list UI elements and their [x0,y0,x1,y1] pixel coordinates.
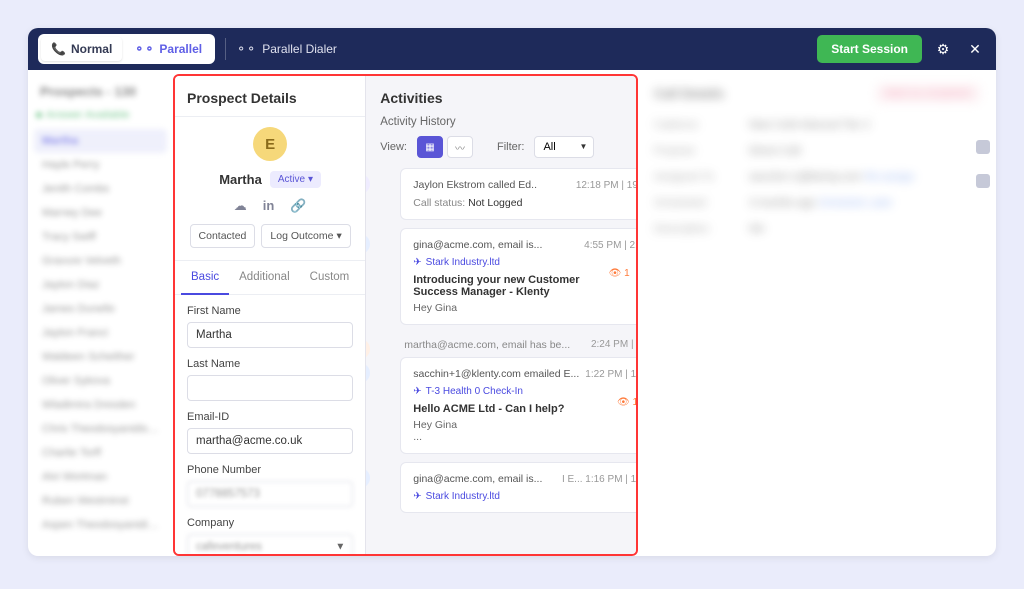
email-input[interactable] [187,428,353,454]
first-name-label: First Name [187,305,353,317]
detail-row: CadenceNew Cold Inbound Tier 2 [654,119,980,131]
filter-label: Filter: [497,141,525,153]
link-icon[interactable]: 🔗 [290,198,306,214]
phone-input[interactable] [187,481,353,507]
filter-dropdown[interactable]: All [534,136,594,158]
activity-card[interactable]: gina@acme.com, email is...I E... 1:16 PM… [400,462,638,513]
gear-icon[interactable]: ⚙ [932,41,954,58]
sidebar-item[interactable]: Alvi Wortman [34,465,167,489]
label: Parallel [159,42,202,56]
availability-status: Answer Available [34,109,167,121]
email-icon: ✉ [366,363,370,383]
cloud-icon[interactable]: ☁ [234,198,247,214]
company-select[interactable] [187,534,353,554]
linkedin-icon[interactable]: in [263,198,275,214]
email-label: Email-ID [187,411,353,423]
mark-completed-link[interactable]: Mark as completed [876,84,980,103]
sidebar-item[interactable]: Charlie Torff [34,441,167,465]
mode-toggle: 📞 Normal ⚬⚬ Parallel [38,34,215,64]
first-name-input[interactable] [187,322,353,348]
detail-row: Assigned Tosacchin+1@klenty.com Re-assig… [654,171,980,183]
company-label: Company [187,517,353,529]
detail-tabs: Basic Additional Custom [175,261,365,295]
prospect-details-panel: Prospect Details E Martha Active ▾ ☁ in … [175,76,366,554]
phone-label: Phone Number [187,464,353,476]
detail-row: DescriptionNA [654,223,980,235]
parallel-icon: ⚬⚬ [134,42,154,56]
sidebar-item[interactable]: Gravure Velveth [34,249,167,273]
sidebar-item[interactable]: Tracy Swiff [34,225,167,249]
last-name-input[interactable] [187,375,353,401]
sidebar-item[interactable]: Jayton Diaz [34,273,167,297]
contacted-button[interactable]: Contacted [190,224,256,248]
prospect-name: Martha [219,172,262,187]
sidebar-item[interactable]: Jayton Franci [34,321,167,345]
last-name-label: Last Name [187,358,353,370]
log-outcome-button[interactable]: Log Outcome ▾ [261,224,350,248]
label: Active [278,174,305,185]
email-icon: ✉ [366,234,370,254]
tab-additional[interactable]: Additional [229,261,300,294]
detail-row: Scheduled3 months ago Schedule Later [654,197,980,209]
dialer-label: ⚬⚬ Parallel Dialer [236,42,337,56]
view-card-button[interactable]: ▦ [417,136,443,158]
sidebar-item[interactable]: Wladimira Dresden [34,393,167,417]
sidebar-item[interactable]: Waldeen Scheither [34,345,167,369]
spark-icon: ★ [366,339,370,359]
divider [225,38,226,60]
top-bar: 📞 Normal ⚬⚬ Parallel ⚬⚬ Parallel Dialer … [28,28,996,70]
chevron-down-icon: ▾ [336,230,341,242]
status-pill[interactable]: Active ▾ [270,171,321,188]
sidebar-item[interactable]: Marney Dee [34,201,167,225]
sidebar-item[interactable]: Oliver Sykova [34,369,167,393]
send-icon: ✈ [413,491,421,502]
center-highlight: Prospect Details E Martha Active ▾ ☁ in … [173,74,638,556]
sidebar-item[interactable]: James Dunello [34,297,167,321]
send-icon: ✈ [413,386,421,397]
activity-card[interactable]: Jaylon Ekstrom called Ed..12:18 PM | 19 … [400,168,638,220]
prospects-sidebar: Prospects - 130 Answer Available MarthaH… [28,70,173,556]
sidebar-item[interactable]: Ruben Westminst [34,489,167,513]
sidebar-item[interactable]: Chris Theodosyanidis Arcand [34,417,167,441]
activity-card[interactable]: sacchin+1@klenty.com emailed E...1:22 PM… [400,357,638,454]
sidebar-item[interactable]: Martha [34,129,167,153]
chevron-down-icon: ▾ [308,174,313,185]
send-icon: ✈ [413,257,421,268]
side-rail [976,140,990,188]
sidebar-item[interactable]: Aspen Theodosyanidis Arcand [34,513,167,537]
activity-line: martha@acme.com, email has be...2:24 PM … [400,333,638,357]
sidebar-item[interactable]: Hayle Perry [34,153,167,177]
phone-icon: 📞 [51,42,66,56]
avatar: E [253,127,287,161]
call-icon: ✆ [366,174,370,194]
label: Parallel Dialer [262,42,337,56]
close-icon[interactable]: ✕ [964,41,986,58]
view-label: View: [380,141,407,153]
rail-icon[interactable] [976,174,990,188]
panel-title: Prospect Details [175,76,365,117]
email-icon: ✉ [366,468,370,488]
mode-parallel-button[interactable]: ⚬⚬ Parallel [124,37,212,61]
call-details-title: Call Details [654,86,724,101]
tab-basic[interactable]: Basic [181,261,229,295]
rail-icon[interactable] [976,140,990,154]
sidebar-item[interactable]: Jenith Combs [34,177,167,201]
start-session-button[interactable]: Start Session [817,35,922,63]
label: Normal [71,42,112,56]
parallel-dialer-icon: ⚬⚬ [236,42,256,56]
tab-custom[interactable]: Custom [300,261,360,294]
mode-normal-button[interactable]: 📞 Normal [41,37,122,61]
activities-title: Activities [366,76,638,116]
call-details-panel: Call Details Mark as completed CadenceNe… [638,70,996,556]
detail-row: PurposeDemo Call [654,145,980,157]
activities-subtitle: Activity History [366,116,638,136]
view-timeline-button[interactable]: 〰 [447,136,473,158]
activity-card[interactable]: gina@acme.com, email is...4:55 PM | 21 A… [400,228,638,325]
label: Log Outcome [270,230,333,242]
prospects-header: Prospects - 130 [34,80,167,109]
activities-panel: Activities Activity History View: ▦ 〰 Fi… [366,76,638,554]
